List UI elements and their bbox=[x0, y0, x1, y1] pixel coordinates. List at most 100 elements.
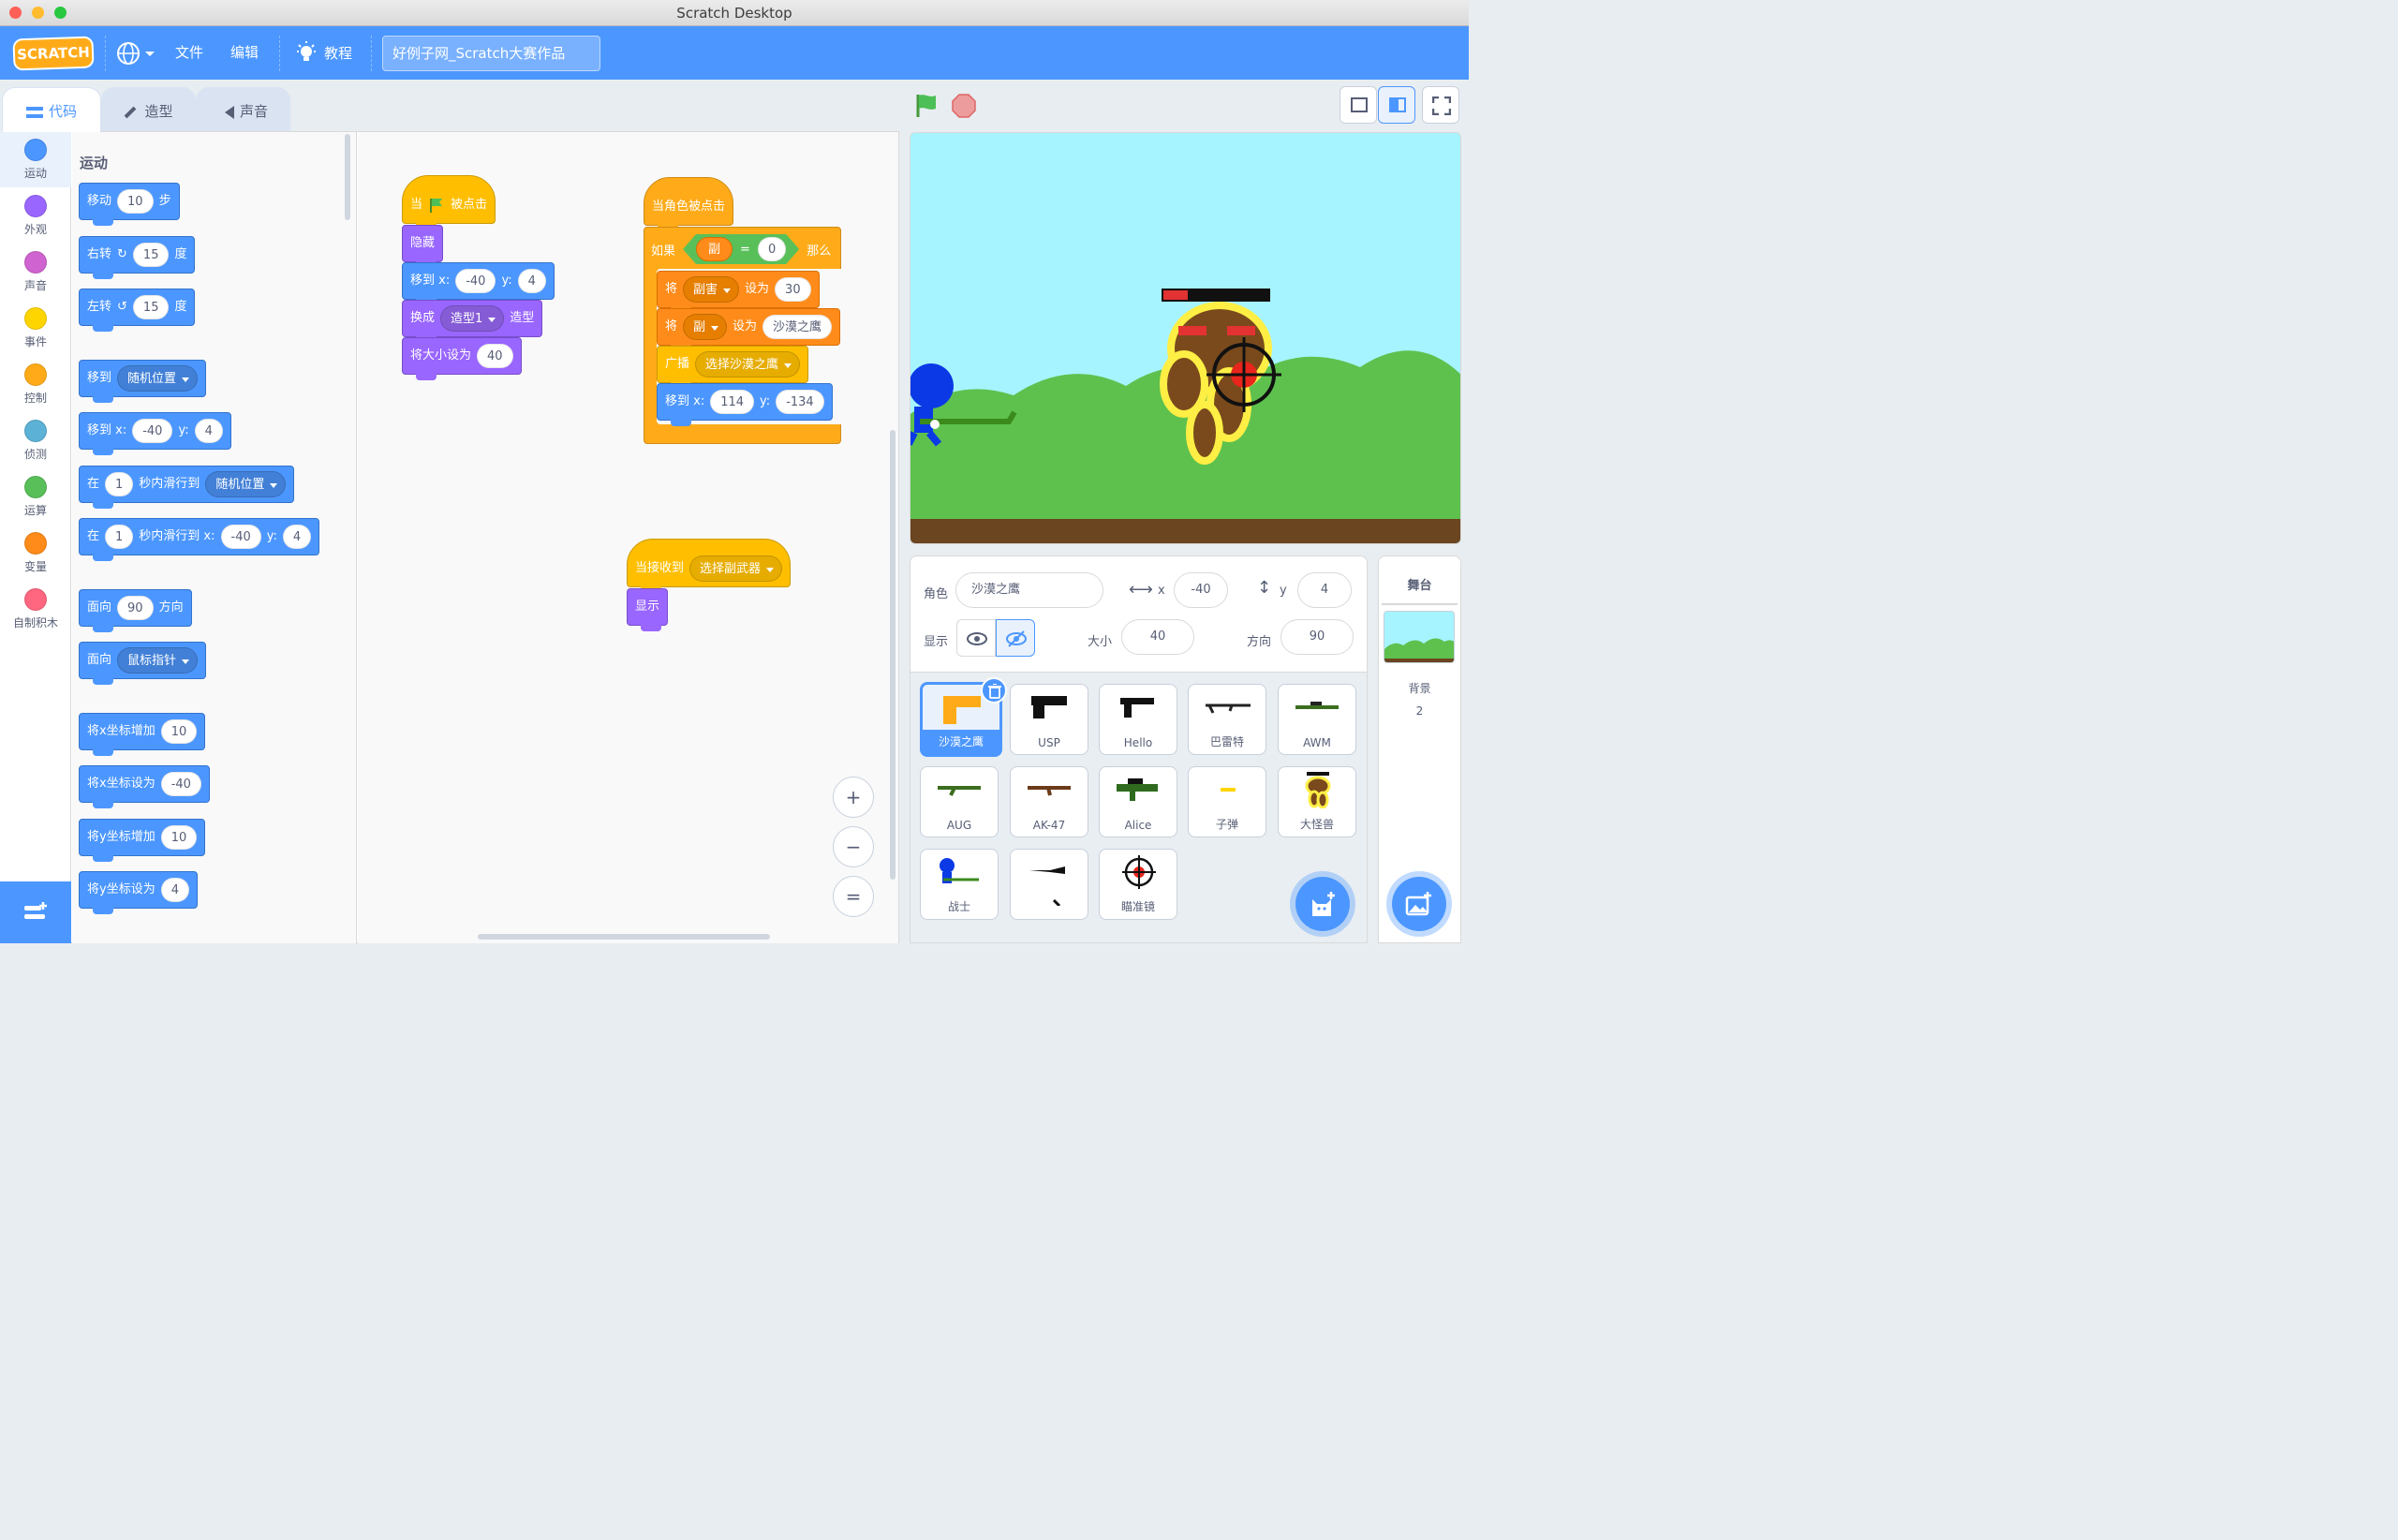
sprite-tile[interactable]: AK-47 bbox=[1010, 766, 1088, 837]
add-extension-button[interactable] bbox=[0, 881, 71, 943]
palette-scrollbar[interactable] bbox=[345, 134, 350, 220]
block-input[interactable]: 90 bbox=[117, 596, 154, 620]
project-title-input[interactable]: 好例子网_Scratch大赛作品 bbox=[382, 36, 600, 71]
block-dropdown[interactable]: 随机位置 bbox=[117, 365, 199, 392]
block-input[interactable]: -40 bbox=[132, 419, 173, 443]
sprite-tile[interactable]: Alice bbox=[1099, 766, 1177, 837]
fullscreen-button[interactable] bbox=[1422, 86, 1459, 124]
tab-sounds[interactable]: 声音 bbox=[196, 87, 290, 132]
block-goto[interactable]: 移到 随机位置 bbox=[79, 360, 207, 403]
variable-reporter[interactable]: 副 bbox=[696, 237, 733, 261]
y-position-input[interactable]: 4 bbox=[1297, 572, 1352, 608]
block-dropdown[interactable]: 造型1 bbox=[440, 305, 505, 332]
sprite-tile[interactable]: 大怪兽 bbox=[1278, 766, 1356, 837]
block-input[interactable]: 1 bbox=[105, 525, 134, 549]
block-input[interactable]: -40 bbox=[220, 525, 261, 549]
tutorials-button[interactable]: 教程 bbox=[294, 39, 378, 67]
category-sensing[interactable]: 侦测 bbox=[0, 412, 71, 468]
block-dropdown[interactable]: 鼠标指针 bbox=[117, 647, 199, 674]
block-set-variable[interactable]: 将副害 设为 30 bbox=[657, 271, 820, 314]
sprite-tile[interactable]: 沙漠之鹰 bbox=[920, 677, 1007, 757]
script-workspace[interactable]: 当 被点击 隐藏 移到 x: -40 y: 4 换成 造型1 造型 将大小设为 40 当角色被… bbox=[358, 132, 898, 943]
block-input[interactable]: 15 bbox=[132, 295, 170, 319]
tab-code[interactable]: 代码 bbox=[2, 87, 101, 132]
category-motion[interactable]: 运动 bbox=[0, 131, 71, 187]
block-show[interactable]: 显示 bbox=[627, 588, 669, 631]
workspace-horizontal-scrollbar[interactable] bbox=[478, 934, 770, 940]
category-looks[interactable]: 外观 bbox=[0, 187, 71, 244]
category-control[interactable]: 控制 bbox=[0, 356, 71, 412]
sprite-tile[interactable]: AWM bbox=[1278, 684, 1356, 755]
category-operators[interactable]: 运算 bbox=[0, 468, 71, 525]
sprite-tile[interactable] bbox=[1010, 849, 1088, 920]
sprite-tile[interactable]: 瞄准镜 bbox=[1099, 849, 1177, 920]
block-when-flag-clicked[interactable]: 当 被点击 bbox=[402, 175, 496, 230]
sprite-tile[interactable]: 战士 bbox=[920, 849, 999, 920]
sprite-tile[interactable]: 巴雷特 bbox=[1188, 684, 1266, 755]
zoom-reset-button[interactable]: = bbox=[833, 876, 874, 917]
add-sprite-button[interactable] bbox=[1295, 877, 1350, 931]
show-sprite-button[interactable] bbox=[956, 619, 996, 657]
block-goto-xy[interactable]: 移到 x: -40 y: 4 bbox=[79, 412, 231, 455]
block-input[interactable]: 4 bbox=[194, 419, 223, 443]
block-input[interactable]: 114 bbox=[710, 390, 755, 414]
stop-button[interactable] bbox=[951, 93, 977, 119]
block-goto-xy[interactable]: 移到 x: 114 y: -134 bbox=[657, 383, 833, 426]
small-stage-button[interactable] bbox=[1340, 86, 1377, 124]
block-change-y[interactable]: 将y坐标增加 10 bbox=[79, 819, 206, 862]
block-set-size[interactable]: 将大小设为 40 bbox=[402, 337, 522, 380]
workspace-vertical-scrollbar[interactable] bbox=[890, 430, 896, 880]
block-move-steps[interactable]: 移动 10 步 bbox=[79, 183, 180, 226]
backdrop-thumbnail[interactable] bbox=[1384, 611, 1455, 663]
block-glide-xy[interactable]: 在 1 秒内滑行到 x: -40 y: 4 bbox=[79, 518, 320, 561]
block-dropdown[interactable]: 选择副武器 bbox=[689, 555, 783, 582]
scratch-logo[interactable]: SCRATCH bbox=[12, 36, 95, 71]
green-flag-button[interactable] bbox=[913, 92, 941, 120]
direction-input[interactable]: 90 bbox=[1280, 619, 1354, 655]
block-input[interactable]: -40 bbox=[455, 269, 496, 293]
block-input[interactable]: 10 bbox=[160, 719, 198, 744]
block-input[interactable]: -134 bbox=[776, 390, 824, 414]
category-events[interactable]: 事件 bbox=[0, 300, 71, 356]
block-input[interactable]: 4 bbox=[517, 269, 546, 293]
hide-sprite-button[interactable] bbox=[996, 619, 1035, 657]
edit-menu[interactable]: 编辑 bbox=[230, 26, 259, 80]
normal-stage-button[interactable] bbox=[1378, 86, 1415, 124]
block-input[interactable]: 30 bbox=[775, 277, 811, 302]
block-input[interactable]: 10 bbox=[160, 825, 198, 850]
block-set-y[interactable]: 将y坐标设为 4 bbox=[79, 871, 198, 914]
block-input[interactable]: 10 bbox=[117, 189, 154, 214]
block-dropdown[interactable]: 随机位置 bbox=[205, 471, 287, 497]
block-switch-costume[interactable]: 换成 造型1 造型 bbox=[402, 300, 543, 343]
block-input[interactable]: 4 bbox=[282, 525, 312, 549]
sprite-tile[interactable]: AUG bbox=[920, 766, 999, 837]
tab-costumes[interactable]: 造型 bbox=[101, 87, 196, 132]
block-input[interactable]: 40 bbox=[477, 344, 513, 368]
x-position-input[interactable]: -40 bbox=[1174, 572, 1228, 608]
block-dropdown[interactable]: 副 bbox=[683, 314, 728, 340]
block-input[interactable]: 沙漠之鹰 bbox=[762, 315, 833, 339]
sprite-tile[interactable]: USP bbox=[1010, 684, 1088, 755]
block-input[interactable]: 1 bbox=[105, 472, 134, 496]
zoom-in-button[interactable]: + bbox=[833, 777, 874, 818]
zoom-out-button[interactable]: − bbox=[833, 826, 874, 867]
block-input[interactable]: 15 bbox=[132, 243, 170, 267]
block-input[interactable]: -40 bbox=[160, 772, 201, 796]
block-input[interactable]: 4 bbox=[160, 878, 189, 902]
block-dropdown[interactable]: 选择沙漠之鹰 bbox=[695, 351, 801, 378]
block-when-sprite-clicked[interactable]: 当角色被点击 bbox=[644, 177, 734, 231]
block-set-x[interactable]: 将x坐标设为 -40 bbox=[79, 765, 210, 808]
size-input[interactable]: 40 bbox=[1121, 619, 1194, 655]
sprite-tile[interactable]: Hello bbox=[1099, 684, 1177, 755]
file-menu[interactable]: 文件 bbox=[175, 26, 203, 80]
language-menu[interactable] bbox=[116, 41, 157, 66]
block-dropdown[interactable]: 副害 bbox=[683, 276, 740, 303]
add-backdrop-button[interactable] bbox=[1392, 877, 1446, 931]
sprite-tile[interactable]: 子弹 bbox=[1188, 766, 1266, 837]
block-point-direction[interactable]: 面向 90 方向 bbox=[79, 589, 192, 632]
block-equals[interactable]: 副 = 0 bbox=[683, 234, 799, 264]
block-input[interactable]: 0 bbox=[758, 237, 786, 261]
block-goto-xy[interactable]: 移到 x: -40 y: 4 bbox=[402, 262, 555, 305]
block-turn-left[interactable]: 左转 ↺ 15 度 bbox=[79, 289, 196, 332]
block-set-variable[interactable]: 将副设为 沙漠之鹰 bbox=[657, 308, 841, 351]
